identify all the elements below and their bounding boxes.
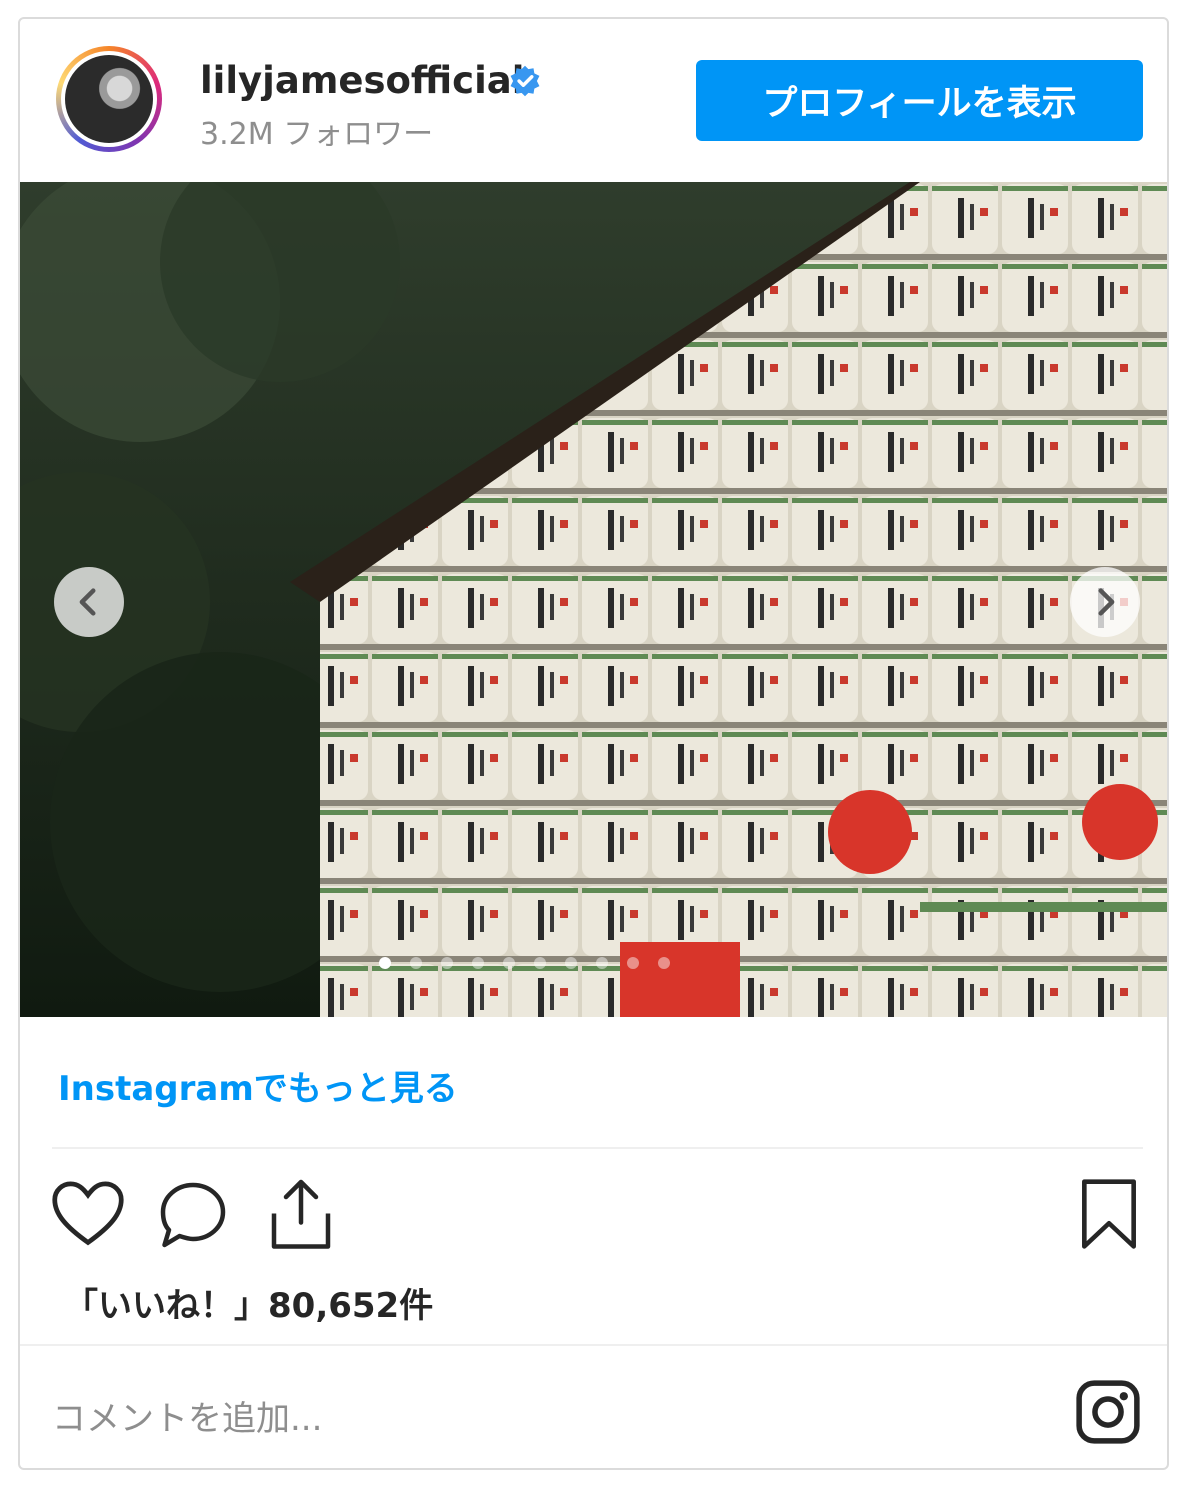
carousel-next-button[interactable] (1070, 567, 1140, 637)
carousel-dot (565, 957, 577, 969)
carousel-dot (441, 957, 453, 969)
carousel-dot (534, 957, 546, 969)
like-count: 「いいね！」80,652件 (64, 1286, 434, 1326)
avatar[interactable] (56, 46, 162, 152)
carousel-dot (596, 957, 608, 969)
view-more-on-instagram-link[interactable]: Instagramでもっと見る (58, 1061, 458, 1110)
action-bar (20, 1169, 1167, 1259)
carousel-dot (410, 957, 422, 969)
avatar-image (65, 55, 153, 143)
share-icon[interactable] (268, 1177, 334, 1253)
post-photo[interactable] (20, 182, 1167, 1017)
add-comment-input[interactable]: コメントを追加... (52, 1391, 322, 1440)
carousel-dot (658, 957, 670, 969)
comment-icon[interactable] (156, 1179, 230, 1251)
heart-icon[interactable] (50, 1179, 126, 1249)
follower-count: 3.2M フォロワー (200, 117, 434, 152)
instagram-icon[interactable] (1075, 1379, 1141, 1445)
carousel-indicator (20, 957, 1167, 971)
username[interactable]: lilyjamesofficial (200, 59, 524, 102)
chevron-left-icon (79, 588, 96, 616)
carousel-prev-button[interactable] (54, 567, 124, 637)
view-profile-button[interactable]: プロフィールを表示 (696, 60, 1143, 141)
bookmark-icon[interactable] (1078, 1177, 1140, 1251)
carousel-dot (627, 957, 639, 969)
carousel-dot (379, 957, 391, 969)
verified-badge-icon (510, 65, 540, 97)
sake-barrels-photo (20, 182, 1167, 1017)
carousel-dot (472, 957, 484, 969)
instagram-embed-card: lilyjamesofficial 3.2M フォロワー プロフィールを表示 I… (18, 17, 1169, 1470)
carousel-dot (503, 957, 515, 969)
chevron-right-icon (1098, 588, 1115, 616)
post-header: lilyjamesofficial 3.2M フォロワー プロフィールを表示 (20, 19, 1167, 183)
divider (20, 1344, 1167, 1346)
divider (52, 1147, 1143, 1149)
